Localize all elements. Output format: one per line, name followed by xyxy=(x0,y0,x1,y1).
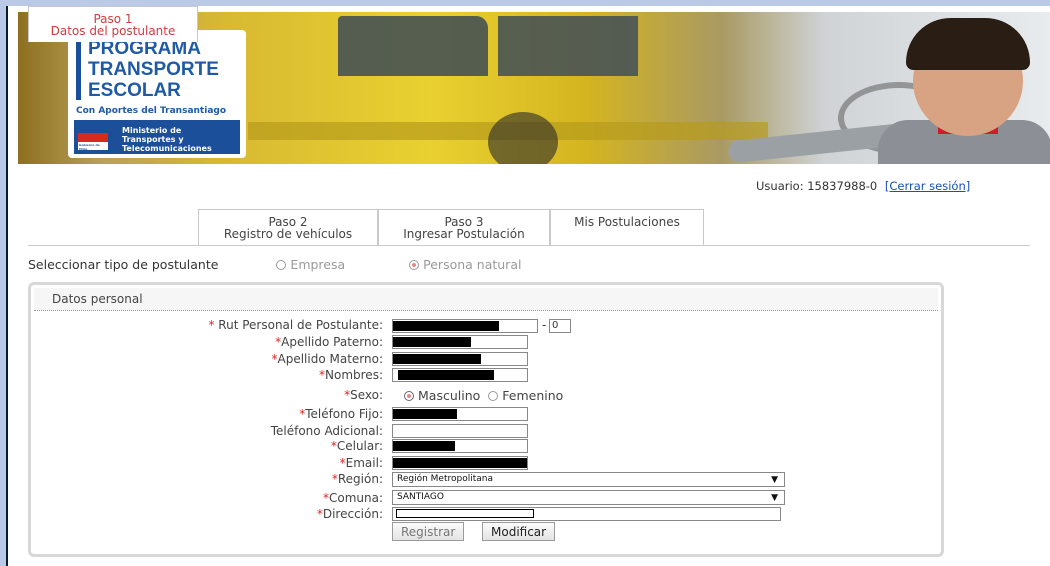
child-hair xyxy=(906,18,1030,70)
radio-empresa[interactable] xyxy=(276,260,287,270)
option-persona-natural[interactable]: Persona natural xyxy=(409,257,521,272)
logo-line-2: TRANSPORTE xyxy=(88,59,219,80)
option-empresa-label: Empresa xyxy=(290,257,346,272)
option-persona-natural-label: Persona natural xyxy=(423,257,522,272)
panel-title: Datos personal xyxy=(34,288,938,311)
radio-femenino[interactable] xyxy=(488,391,499,401)
rut-dash: - xyxy=(542,318,547,332)
option-empresa[interactable]: Empresa xyxy=(276,257,349,272)
tab-label: Mis Postulaciones xyxy=(574,215,680,229)
femenino-label: Femenino xyxy=(502,388,564,403)
comuna-label: *Comuna: xyxy=(168,491,383,505)
redacted-value xyxy=(393,354,481,364)
applicant-type-label: Seleccionar tipo de postulante xyxy=(28,257,219,272)
sexo-label-text: Sexo: xyxy=(350,388,383,402)
masculino-label: Masculino xyxy=(418,388,481,403)
tab-mis-postulaciones[interactable]: Mis Postulaciones xyxy=(550,209,704,245)
tab-paso-2[interactable]: Paso 2 Registro de vehículos xyxy=(198,209,378,245)
comuna-label-text: Comuna: xyxy=(328,491,383,505)
celular-label: *Celular: xyxy=(168,439,383,453)
redacted-value xyxy=(396,509,534,518)
email-label-text: Email: xyxy=(345,456,383,470)
region-label-text: Región: xyxy=(337,472,383,486)
paterno-label: *Apellido Paterno: xyxy=(168,335,383,349)
bus-window xyxy=(338,16,488,76)
chevron-down-icon: ▼ xyxy=(771,475,778,485)
redacted-value xyxy=(393,321,499,331)
ministry-line-3: Telecomunicaciones xyxy=(122,144,212,153)
chevron-down-icon: ▼ xyxy=(771,493,778,503)
tab-paso-3[interactable]: Paso 3 Ingresar Postulación xyxy=(378,209,550,245)
rut-dv-input[interactable]: 0 xyxy=(549,319,571,333)
region-label: *Región: xyxy=(168,472,383,486)
user-info: Usuario: 15837988-0 [Cerrar sesión] xyxy=(756,179,970,193)
redacted-value xyxy=(393,458,527,468)
radio-persona-natural[interactable] xyxy=(409,260,420,270)
fijo-label-text: Teléfono Fijo: xyxy=(305,407,383,421)
rut-label: * Rut Personal de Postulante: xyxy=(168,318,383,332)
shield-text: Gobierno de Chile xyxy=(79,143,100,151)
materno-label: *Apellido Materno: xyxy=(168,352,384,366)
fijo-label: *Teléfono Fijo: xyxy=(168,407,383,421)
user-label: Usuario: 15837988-0 xyxy=(756,179,878,193)
materno-label-text: Apellido Materno: xyxy=(277,352,384,366)
nombres-label: *Nombres: xyxy=(168,368,383,382)
ministry-line-1: Ministerio de xyxy=(122,126,182,135)
redacted-value xyxy=(393,409,457,419)
paterno-label-text: Apellido Paterno: xyxy=(281,335,383,349)
sexo-options: Masculino Femenino xyxy=(404,388,563,403)
bus-wheel xyxy=(488,112,558,164)
logo-title: PROGRAMA TRANSPORTE ESCOLAR xyxy=(88,38,219,101)
applicant-type-row: Seleccionar tipo de postulante Empresa P… xyxy=(28,257,521,272)
required-mark: * xyxy=(208,318,215,332)
redacted-value xyxy=(393,441,455,451)
region-select-value: Región Metropolitana xyxy=(397,474,493,484)
bus-window xyxy=(498,16,638,76)
program-logo: PROGRAMA TRANSPORTE ESCOLAR Con Aportes … xyxy=(68,30,246,158)
region-select[interactable]: Región Metropolitana ▼ xyxy=(392,472,785,487)
redacted-value xyxy=(398,370,494,380)
ministry-line-2: Transportes y xyxy=(122,135,184,144)
ministry-badge: Gobierno de Chile Ministerio de Transpor… xyxy=(74,120,240,154)
gobierno-shield-icon: Gobierno de Chile xyxy=(78,124,108,151)
rut-label-text: Rut Personal de Postulante: xyxy=(218,318,383,332)
sexo-label: *Sexo: xyxy=(168,388,383,402)
registrar-button[interactable]: Registrar xyxy=(392,522,465,541)
radio-masculino[interactable] xyxy=(404,391,414,401)
tab-divider xyxy=(28,245,1030,246)
tab-label: Registro de vehículos xyxy=(223,227,353,241)
comuna-select[interactable]: SANTIAGO ▼ xyxy=(392,490,785,505)
adicional-label: Teléfono Adicional: xyxy=(270,424,383,438)
ministry-name: Ministerio de Transportes y Telecomunica… xyxy=(122,126,212,153)
direccion-label: *Dirección: xyxy=(168,507,383,521)
email-label: *Email: xyxy=(168,456,383,470)
tab-label: Datos del postulante xyxy=(50,24,176,38)
redacted-value xyxy=(393,337,471,347)
browser-frame: PROGRAMA TRANSPORTE ESCOLAR Con Aportes … xyxy=(6,6,1050,566)
comuna-select-value: SANTIAGO xyxy=(397,492,444,502)
tab-label: Ingresar Postulación xyxy=(403,227,525,241)
celular-label-text: Celular: xyxy=(336,439,383,453)
logo-accent-bar xyxy=(76,40,81,100)
logout-link[interactable]: [Cerrar sesión] xyxy=(885,179,970,193)
direccion-label-text: Dirección: xyxy=(322,507,383,521)
telefono-adicional-input[interactable] xyxy=(392,424,528,438)
modificar-button[interactable]: Modificar xyxy=(482,522,556,541)
logo-tagline: Con Aportes del Transantiago xyxy=(76,106,227,116)
nombres-label-text: Nombres: xyxy=(325,368,383,382)
tab-paso-1[interactable]: Paso 1 Datos del postulante xyxy=(28,6,198,42)
logo-line-3: ESCOLAR xyxy=(88,80,181,101)
